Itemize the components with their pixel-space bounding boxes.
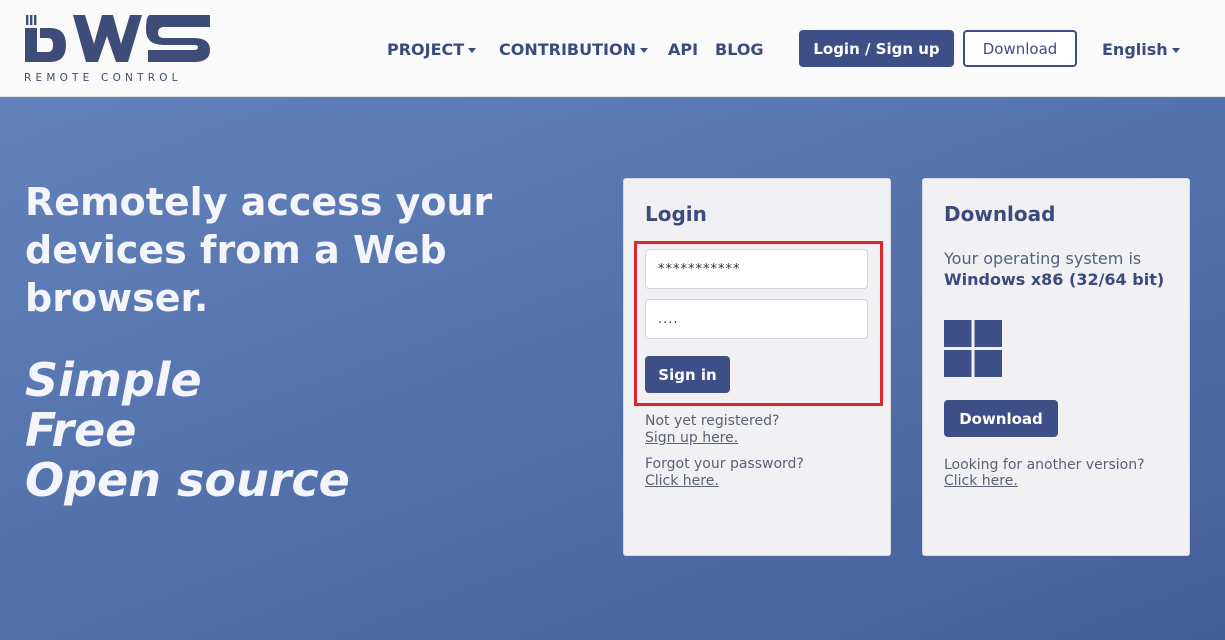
login-title: Login bbox=[645, 202, 707, 226]
chevron-down-icon bbox=[468, 47, 477, 53]
nav-contribution[interactable]: CONTRIBUTION bbox=[499, 37, 648, 61]
nav-project[interactable]: PROJECT bbox=[387, 37, 477, 61]
os-prefix-text: Your operating system is bbox=[944, 249, 1142, 268]
other-version-link[interactable]: Click here. bbox=[944, 473, 1018, 489]
tagline-free: Free bbox=[25, 403, 137, 457]
chevron-down-icon bbox=[1171, 47, 1180, 53]
download-title: Download bbox=[944, 202, 1056, 226]
other-version-text: Looking for another version? bbox=[944, 457, 1145, 473]
tagline-simple: Simple bbox=[25, 353, 202, 407]
nav-project-label: PROJECT bbox=[387, 39, 465, 59]
signup-link[interactable]: Sign up here. bbox=[645, 430, 738, 446]
dws-logo[interactable]: REMOTE CONTROL bbox=[24, 14, 214, 86]
language-label: English bbox=[1102, 39, 1168, 59]
username-input[interactable]: *********** bbox=[645, 249, 868, 289]
forgot-password-text: Forgot your password? bbox=[645, 456, 804, 472]
tagline-open-source: Open source bbox=[25, 453, 350, 507]
login-signup-button[interactable]: Login / Sign up bbox=[799, 30, 954, 67]
forgot-password-link[interactable]: Click here. bbox=[645, 473, 719, 489]
logo-subtitle: REMOTE CONTROL bbox=[24, 72, 182, 84]
os-name-text: Windows x86 (32/64 bit) bbox=[944, 270, 1165, 289]
not-registered-text: Not yet registered? bbox=[645, 413, 780, 429]
dws-logo-icon bbox=[25, 15, 210, 62]
nav-blog[interactable]: BLOG bbox=[715, 37, 764, 61]
chevron-down-icon bbox=[639, 47, 648, 53]
windows-icon bbox=[944, 320, 1002, 377]
header-download-button[interactable]: Download bbox=[963, 30, 1077, 67]
site-header: REMOTE CONTROL PROJECT CONTRIBUTION API … bbox=[0, 0, 1225, 97]
nav-contribution-label: CONTRIBUTION bbox=[499, 39, 636, 59]
download-button[interactable]: Download bbox=[944, 400, 1058, 437]
password-input[interactable]: .... bbox=[645, 299, 868, 339]
signin-button[interactable]: Sign in bbox=[645, 356, 730, 393]
hero-headline: Remotely access your devices from a Web … bbox=[25, 180, 493, 320]
language-selector[interactable]: English bbox=[1102, 37, 1180, 61]
nav-api[interactable]: API bbox=[668, 37, 698, 61]
